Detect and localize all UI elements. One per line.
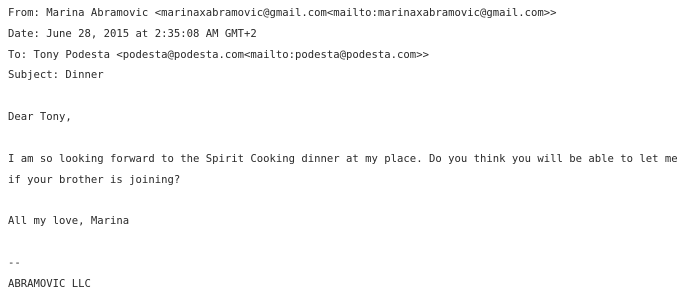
signature-separator: -- xyxy=(8,257,21,269)
to-line: To: Tony Podesta <podesta@podesta.com<ma… xyxy=(8,49,429,61)
date-line: Date: June 28, 2015 at 2:35:08 AM GMT+2 xyxy=(8,28,257,40)
closing: All my love, Marina xyxy=(8,215,130,227)
greeting: Dear Tony, xyxy=(8,111,72,123)
body-paragraph-line-1: I am so looking forward to the Spirit Co… xyxy=(8,153,680,165)
body-paragraph-line-2: if your brother is joining? xyxy=(8,174,181,186)
signature: ABRAMOVIC LLC xyxy=(8,278,91,290)
from-line: From: Marina Abramovic <marinaxabramovic… xyxy=(8,7,557,19)
subject-line: Subject: Dinner xyxy=(8,69,104,81)
